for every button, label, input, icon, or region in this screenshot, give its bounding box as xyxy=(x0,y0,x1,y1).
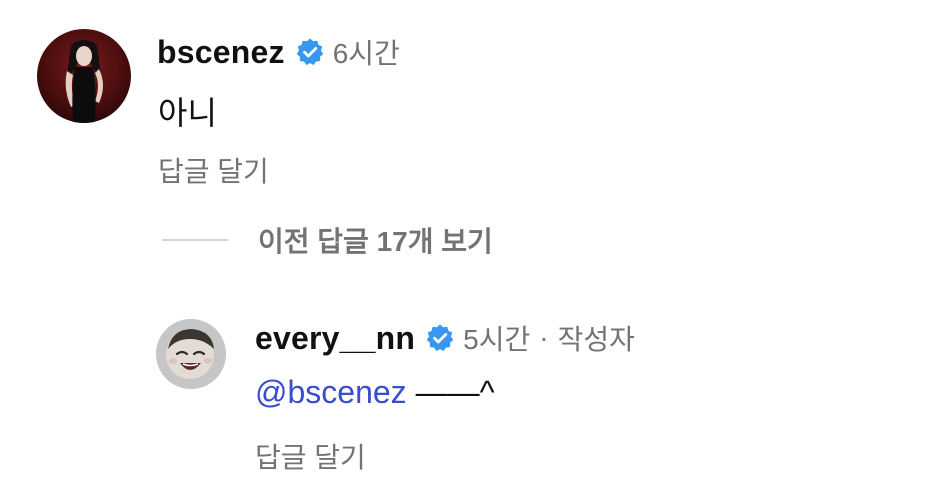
timestamp: 6시간 xyxy=(332,38,400,69)
avatar[interactable] xyxy=(156,319,226,389)
timestamp: 5시간 xyxy=(463,324,531,355)
meta-separator: · xyxy=(539,322,549,353)
reply-button[interactable]: 답글 달기 xyxy=(255,436,366,476)
verified-badge-icon xyxy=(425,323,455,353)
comment-header: bscenez 6시간 xyxy=(157,30,400,74)
reply-header: every__nn 5시간 · 작성자 xyxy=(255,316,635,360)
avatar[interactable] xyxy=(37,29,131,123)
thread-divider xyxy=(162,239,228,241)
comment-thread: bscenez 6시간 아니 답글 달기 이전 답글 17개 보기 every_… xyxy=(0,0,927,489)
view-previous-replies-label: 이전 답글 17개 보기 xyxy=(258,226,493,257)
comment-text: 아니 xyxy=(158,95,217,131)
reply-button[interactable]: 답글 달기 xyxy=(158,150,269,190)
reply-text-body: ——^ xyxy=(406,374,495,410)
username[interactable]: bscenez xyxy=(157,34,285,71)
view-previous-replies-button[interactable]: 이전 답글 17개 보기 xyxy=(162,218,493,262)
verified-badge-icon xyxy=(295,37,325,67)
username[interactable]: every__nn xyxy=(255,320,415,357)
mention-link[interactable]: @bscenez xyxy=(255,374,407,410)
reply-text: @bscenez ——^ xyxy=(255,374,495,411)
author-tag: 작성자 xyxy=(557,324,635,355)
